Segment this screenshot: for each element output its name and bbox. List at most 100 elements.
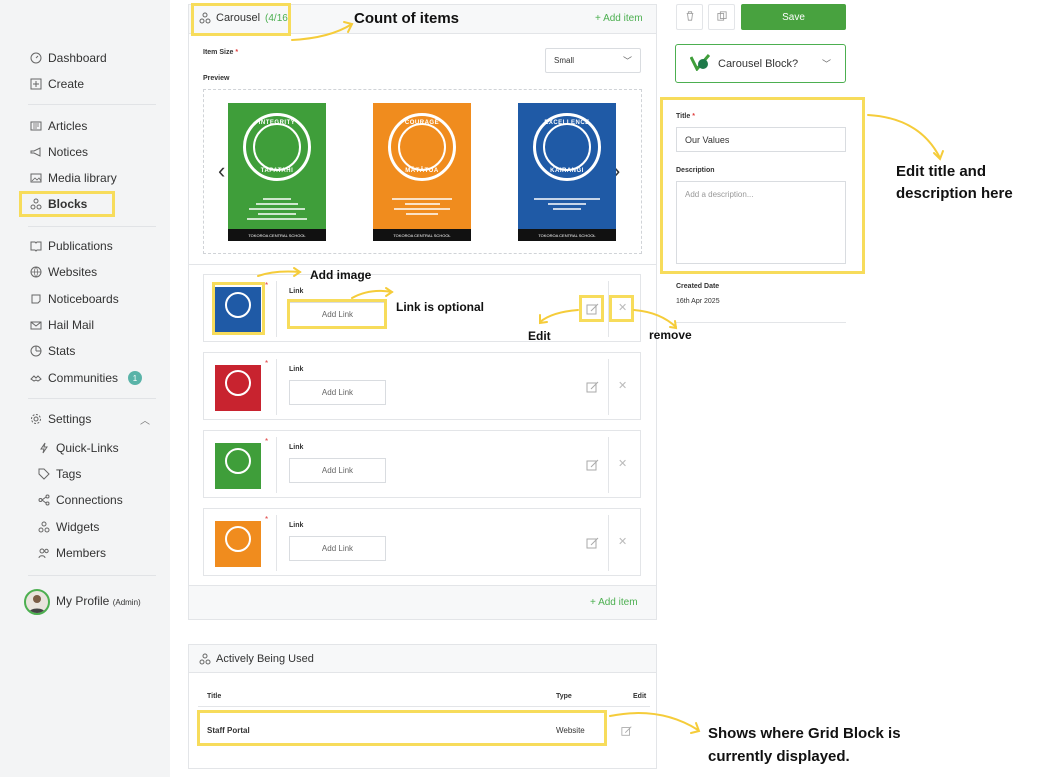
close-icon[interactable]: ✕ [618,457,627,470]
preview-poster: INTEGRITY TAPATAHI TOKOROA CENTRAL SCHOO… [228,103,326,241]
sidebar-item-tags[interactable]: Tags [38,465,81,483]
sidebar-item-publications[interactable]: Publications [30,237,113,255]
highlight-box [212,282,265,335]
chart-icon [30,345,42,357]
sidebar-item-noticeboards[interactable]: Noticeboards [30,290,119,308]
sidebar-item-label: Create [48,77,85,91]
poster-footer: TOKOROA CENTRAL SCHOOL [373,229,471,241]
sidebar-item-settings[interactable]: Settings [30,410,91,428]
communities-icon [30,372,42,384]
item-size-label-text: Item Size [203,49,234,56]
sidebar-item-members[interactable]: Members [38,544,106,562]
link-label: Link [289,444,304,451]
annotation-add-image: Add image [310,268,372,282]
add-item-button[interactable]: + Add item [590,597,638,608]
column-header-title: Title [207,693,222,700]
sidebar-item-label: Hail Mail [48,318,95,332]
add-link-button[interactable]: Add Link [289,458,386,483]
sidebar-item-dashboard[interactable]: Dashboard [30,49,107,67]
sidebar-item-connections[interactable]: Connections [38,491,123,509]
sidebar-item-communities[interactable]: Communities 1 [30,369,143,387]
avatar[interactable] [24,589,50,615]
close-icon[interactable]: ✕ [618,379,627,392]
widgets-icon [38,521,50,533]
poster-word-bottom: MĀTĀTOA [405,168,439,174]
carousel-item-row: * Link Add Link ✕ [203,430,641,498]
add-link-button[interactable]: Add Link [289,380,386,405]
required-mark: * [265,515,269,524]
sidebar-item-label: Articles [48,119,88,133]
link-label: Link [289,522,304,529]
annotation-edit-title-line2: description here [896,185,1013,202]
sidebar-item-notices[interactable]: Notices [30,143,88,161]
sidebar-item-label: Dashboard [48,51,107,65]
users-icon [38,547,50,559]
annotation-edit-title-line1: Edit title and [896,163,986,180]
chevron-up-icon[interactable]: ︿ [140,412,150,427]
emblem-graphic: EXCELLENCE KAIRANGI [533,113,601,181]
sidebar-item-widgets[interactable]: Widgets [38,518,99,536]
add-link-button[interactable]: Add Link [289,536,386,561]
tag-icon [38,468,50,480]
chevron-down-icon: ﹀ [821,59,831,69]
edit-icon[interactable] [586,380,600,394]
profile-label: My Profile [56,594,110,608]
my-profile-link[interactable]: My Profile (Admin) [56,594,141,608]
poster-word-top: INTEGRITY [258,120,296,126]
item-image[interactable] [215,365,261,411]
sidebar-item-quick-links[interactable]: Quick-Links [38,439,119,457]
usage-title-text: Actively Being Used [216,653,314,665]
close-icon[interactable]: ✕ [618,535,627,548]
gear-icon [30,413,42,425]
sidebar-item-label: Stats [48,344,76,358]
divider [28,575,156,576]
poster-word-bottom: KAIRANGI [550,168,584,174]
block-type-label: Carousel Block? [718,57,799,70]
sidebar-item-label: Notices [48,145,89,159]
item-size-select[interactable]: Small ﹀ [545,48,641,73]
add-item-button[interactable]: + Add item [595,13,643,24]
highlight-box [197,710,607,746]
sidebar-item-create[interactable]: Create [30,75,84,93]
sidebar-item-stats[interactable]: Stats [30,342,75,360]
sidebar: Dashboard Create Articles Notices Media … [0,0,170,777]
divider [676,322,846,323]
poster-footer: TOKOROA CENTRAL SCHOOL [228,229,326,241]
divider [28,398,156,399]
annotation-edit: Edit [528,329,551,343]
noticeboard-icon [30,293,42,305]
required-mark: * [265,359,269,368]
usage-title: Actively Being Used [199,653,314,665]
item-image[interactable] [215,521,261,567]
column-header-type: Type [556,693,572,700]
sidebar-item-websites[interactable]: Websites [30,263,97,281]
highlight-box [19,191,115,217]
edit-icon[interactable] [586,536,600,550]
delete-button[interactable] [676,4,703,30]
sidebar-item-media-library[interactable]: Media library [30,169,117,187]
edit-icon[interactable] [621,724,633,736]
highlight-box [609,295,634,322]
emblem-graphic: INTEGRITY TAPATAHI [243,113,311,181]
item-image[interactable] [215,443,261,489]
required-mark: * [265,281,269,290]
share-icon [38,494,50,506]
megaphone-icon [30,146,42,158]
highlight-box [660,97,865,274]
divider [198,706,650,707]
save-button[interactable]: Save [741,4,846,30]
notification-badge: 1 [128,371,143,385]
copy-icon [716,8,727,26]
sidebar-item-label: Noticeboards [48,292,119,306]
poster-word-top: EXCELLENCE [544,120,590,126]
edit-icon[interactable] [586,458,600,472]
duplicate-button[interactable] [708,4,735,30]
globe-icon [30,266,42,278]
sidebar-item-articles[interactable]: Articles [30,117,87,135]
sidebar-item-hail-mail[interactable]: Hail Mail [30,316,94,334]
newspaper-icon [30,120,42,132]
preview-label: Preview [203,75,230,82]
highlight-box [191,3,291,36]
block-type-select[interactable]: Carousel Block? ﹀ [675,44,846,83]
carousel-prev-arrow[interactable]: ‹ [218,158,225,184]
